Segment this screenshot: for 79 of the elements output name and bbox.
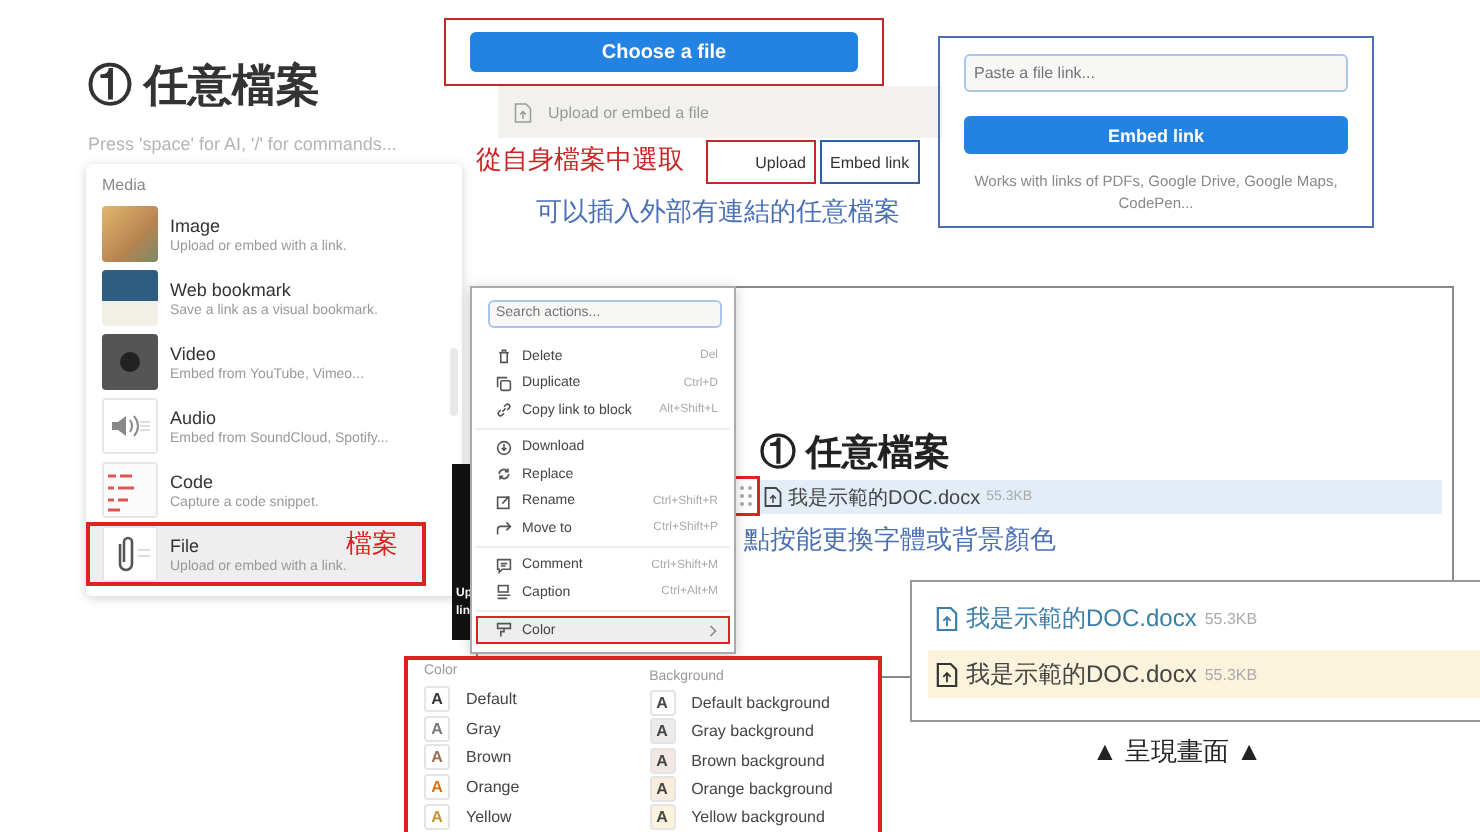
background-option[interactable]: A Gray background	[649, 717, 862, 747]
background-swatch: A	[649, 804, 676, 831]
file-block[interactable]: 我是示範的DOC.docx 55.3KB	[928, 594, 1480, 642]
paperclip-icon	[102, 526, 158, 582]
section-heading: Media	[100, 174, 148, 198]
choose-file-button[interactable]: Choose a file	[470, 32, 858, 72]
file-icon	[764, 486, 782, 508]
option-label: Default background	[691, 694, 830, 713]
option-label: Yellow background	[691, 808, 825, 827]
tab[interactable]: Upload	[706, 140, 816, 184]
file-icon	[936, 661, 958, 687]
color-option[interactable]: A Yellow	[424, 802, 630, 832]
embed-link-button[interactable]: Embed link	[964, 116, 1348, 154]
link-icon	[496, 402, 512, 419]
background-option[interactable]: A Orange background	[649, 774, 862, 804]
speaker-icon	[102, 398, 158, 454]
video-thumbnail	[102, 334, 158, 390]
annotation-text: 點按能更換字體或背景顏色	[744, 522, 1056, 558]
background-swatch: A	[649, 690, 676, 717]
text-color-swatch: A	[424, 744, 450, 771]
copy-icon	[496, 375, 512, 392]
block-placeholder: Upload or embed a file	[548, 103, 709, 121]
annotation-text: 可以插入外部有連結的任意檔案	[536, 194, 900, 230]
page-title: ① 任意檔案	[88, 58, 321, 114]
item-title: Web bookmark	[170, 279, 293, 299]
item-title: Audio	[170, 407, 219, 427]
comment-icon	[496, 557, 512, 574]
text-color-swatch: A	[424, 774, 450, 801]
photo-placeholder	[102, 270, 158, 326]
option-label: Orange	[466, 778, 520, 797]
tab[interactable]: Embed link	[820, 140, 920, 184]
paint-icon	[496, 622, 512, 638]
color-option[interactable]: A Orange	[424, 772, 630, 803]
trash-icon	[496, 348, 512, 365]
caption-icon	[496, 584, 512, 601]
file-size: 55.3KB	[1204, 665, 1258, 683]
text-color-swatch: A	[424, 804, 450, 831]
item-title: Image	[170, 215, 223, 235]
replace-icon	[496, 466, 512, 483]
file-name: 我是示範的DOC.docx	[966, 657, 1197, 691]
item-title: Code	[170, 471, 216, 491]
item-title: File	[170, 535, 202, 555]
rename-icon	[496, 493, 512, 510]
file-size: 55.3KB	[1204, 609, 1258, 627]
caption-text: ▲ 呈現畫面 ▲	[1092, 734, 1262, 770]
code-snippet-icon	[102, 462, 158, 518]
item-title: Video	[170, 343, 218, 363]
link-input[interactable]: Paste a file link...	[964, 54, 1348, 92]
option-label: Brown background	[691, 751, 825, 770]
option-label: Brown	[466, 748, 512, 767]
annotation-text: 從自身檔案中選取	[476, 142, 684, 178]
file-block[interactable]: 我是示範的DOC.docx 55.3KB	[928, 650, 1480, 698]
photo-placeholder	[102, 206, 158, 262]
file-icon	[936, 605, 958, 631]
background-swatch: A	[649, 776, 676, 803]
text-color-swatch: A	[424, 685, 450, 712]
page-title: ① 任意檔案	[760, 430, 951, 476]
file-upload-icon	[514, 101, 532, 123]
text-color-swatch: A	[424, 715, 450, 742]
background-option[interactable]: A Default background	[649, 689, 862, 718]
background-swatch: A	[649, 718, 676, 745]
placeholder-text: Press 'space' for AI, '/' for commands...	[88, 134, 397, 154]
option-label: Default	[466, 689, 517, 708]
background-option[interactable]: A Brown background	[649, 746, 862, 775]
color-option[interactable]: A Brown	[424, 743, 630, 773]
option-label: Yellow	[466, 808, 512, 827]
option-label: Orange background	[691, 780, 833, 799]
file-name: 我是示範的DOC.docx	[788, 485, 981, 511]
annotation-text: 檔案	[346, 526, 398, 562]
color-option[interactable]: A Gray	[424, 713, 630, 744]
option-label: Gray	[466, 719, 501, 738]
background-option[interactable]: A Yellow background	[649, 803, 862, 832]
option-label: Gray background	[691, 722, 814, 741]
chevron-right-icon	[708, 623, 718, 637]
background-swatch: A	[649, 747, 676, 774]
download-icon	[496, 439, 512, 456]
arrow-icon	[496, 520, 512, 537]
file-name: 我是示範的DOC.docx	[966, 601, 1197, 635]
color-option[interactable]: A Default	[424, 683, 630, 714]
